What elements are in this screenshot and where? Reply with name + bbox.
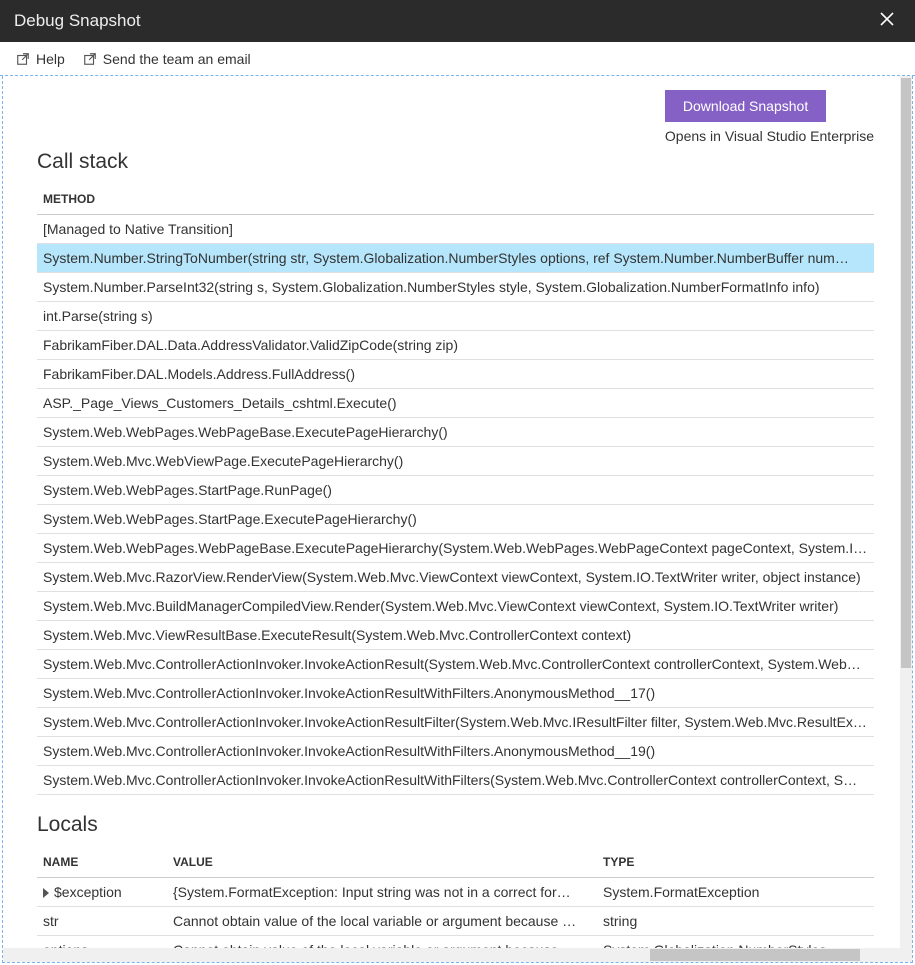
callstack-row[interactable]: System.Web.Mvc.ControllerActionInvoker.I… xyxy=(37,708,874,737)
callstack-method-cell: System.Web.Mvc.BuildManagerCompiledView.… xyxy=(37,592,874,621)
horizontal-scrollbar-thumb[interactable] xyxy=(650,949,860,961)
callstack-method-cell: System.Number.StringToNumber(string str,… xyxy=(37,244,874,273)
external-link-icon xyxy=(83,52,97,66)
callstack-row[interactable]: int.Parse(string s) xyxy=(37,302,874,331)
callstack-table: METHOD [Managed to Native Transition]Sys… xyxy=(37,184,874,795)
callstack-row[interactable]: System.Web.Mvc.WebViewPage.ExecutePageHi… xyxy=(37,447,874,476)
download-snapshot-button[interactable]: Download Snapshot xyxy=(665,90,826,122)
callstack-method-cell: System.Web.Mvc.ControllerActionInvoker.I… xyxy=(37,737,874,766)
callstack-title: Call stack xyxy=(37,150,874,174)
help-link[interactable]: Help xyxy=(16,51,65,67)
callstack-row[interactable]: System.Number.ParseInt32(string s, Syste… xyxy=(37,273,874,302)
window-header: Debug Snapshot xyxy=(0,0,915,42)
horizontal-scrollbar[interactable] xyxy=(3,948,900,962)
external-link-icon xyxy=(16,52,30,66)
callstack-method-cell: ASP._Page_Views_Customers_Details_cshtml… xyxy=(37,389,874,418)
locals-row[interactable]: strCannot obtain value of the local vari… xyxy=(37,907,874,936)
callstack-method-cell: int.Parse(string s) xyxy=(37,302,874,331)
callstack-row[interactable]: ASP._Page_Views_Customers_Details_cshtml… xyxy=(37,389,874,418)
expand-caret-icon[interactable] xyxy=(43,888,49,898)
callstack-row[interactable]: System.Web.Mvc.BuildManagerCompiledView.… xyxy=(37,592,874,621)
locals-name-cell: $exception xyxy=(37,878,167,907)
locals-name-header: NAME xyxy=(37,847,167,878)
locals-row[interactable]: $exception{System.FormatException: Input… xyxy=(37,878,874,907)
callstack-method-cell: System.Web.Mvc.ViewResultBase.ExecuteRes… xyxy=(37,621,874,650)
callstack-row[interactable]: System.Web.WebPages.StartPage.RunPage() xyxy=(37,476,874,505)
callstack-row[interactable]: System.Web.WebPages.WebPageBase.ExecuteP… xyxy=(37,418,874,447)
callstack-method-cell: FabrikamFiber.DAL.Data.AddressValidator.… xyxy=(37,331,874,360)
callstack-method-cell: FabrikamFiber.DAL.Models.Address.FullAdd… xyxy=(37,360,874,389)
locals-row[interactable]: optionsCannot obtain value of the local … xyxy=(37,936,874,949)
download-hint-label: Opens in Visual Studio Enterprise xyxy=(665,128,874,144)
callstack-row[interactable]: FabrikamFiber.DAL.Data.AddressValidator.… xyxy=(37,331,874,360)
locals-title: Locals xyxy=(37,813,874,837)
callstack-method-header: METHOD xyxy=(37,184,874,215)
email-link[interactable]: Send the team an email xyxy=(83,51,251,67)
callstack-row[interactable]: System.Web.Mvc.ControllerActionInvoker.I… xyxy=(37,679,874,708)
vertical-scrollbar[interactable] xyxy=(900,76,912,948)
callstack-method-cell: System.Web.WebPages.StartPage.ExecutePag… xyxy=(37,505,874,534)
email-label: Send the team an email xyxy=(103,51,251,67)
scroll-corner xyxy=(900,948,912,962)
locals-value-header: VALUE xyxy=(167,847,597,878)
close-icon xyxy=(879,11,895,27)
locals-table: NAME VALUE TYPE $exception{System.Format… xyxy=(37,847,874,948)
callstack-method-cell: System.Number.ParseInt32(string s, Syste… xyxy=(37,273,874,302)
panel-body: Download Snapshot Opens in Visual Studio… xyxy=(2,76,913,963)
callstack-row[interactable]: System.Web.WebPages.WebPageBase.ExecuteP… xyxy=(37,534,874,563)
callstack-row[interactable]: System.Web.Mvc.ControllerActionInvoker.I… xyxy=(37,766,874,795)
callstack-method-cell: System.Web.Mvc.ControllerActionInvoker.I… xyxy=(37,708,874,737)
callstack-method-cell: System.Web.WebPages.StartPage.RunPage() xyxy=(37,476,874,505)
locals-value-cell: Cannot obtain value of the local variabl… xyxy=(167,936,597,949)
callstack-row[interactable]: System.Number.StringToNumber(string str,… xyxy=(37,244,874,273)
callstack-row[interactable]: System.Web.Mvc.ControllerActionInvoker.I… xyxy=(37,650,874,679)
locals-name-cell: options xyxy=(37,936,167,949)
vertical-scrollbar-thumb[interactable] xyxy=(901,78,911,668)
scroll-area: Download Snapshot Opens in Visual Studio… xyxy=(3,76,900,948)
callstack-row[interactable]: FabrikamFiber.DAL.Models.Address.FullAdd… xyxy=(37,360,874,389)
locals-type-header: TYPE xyxy=(597,847,874,878)
callstack-method-cell: System.Web.Mvc.ControllerActionInvoker.I… xyxy=(37,650,874,679)
callstack-method-cell: System.Web.WebPages.WebPageBase.ExecuteP… xyxy=(37,418,874,447)
callstack-row[interactable]: [Managed to Native Transition] xyxy=(37,215,874,244)
callstack-row[interactable]: System.Web.Mvc.ViewResultBase.ExecuteRes… xyxy=(37,621,874,650)
locals-value-cell: Cannot obtain value of the local variabl… xyxy=(167,907,597,936)
download-block: Download Snapshot Opens in Visual Studio… xyxy=(665,90,874,144)
locals-name-cell: str xyxy=(37,907,167,936)
callstack-method-cell: System.Web.WebPages.WebPageBase.ExecuteP… xyxy=(37,534,874,563)
locals-type-cell: System.FormatException xyxy=(597,878,874,907)
close-button[interactable] xyxy=(873,7,901,35)
callstack-row[interactable]: System.Web.Mvc.ControllerActionInvoker.I… xyxy=(37,737,874,766)
callstack-method-cell: System.Web.Mvc.WebViewPage.ExecutePageHi… xyxy=(37,447,874,476)
locals-type-cell: string xyxy=(597,907,874,936)
callstack-method-cell: System.Web.Mvc.ControllerActionInvoker.I… xyxy=(37,766,874,795)
toolbar: Help Send the team an email xyxy=(0,42,915,76)
locals-value-cell: {System.FormatException: Input string wa… xyxy=(167,878,597,907)
callstack-method-cell: [Managed to Native Transition] xyxy=(37,215,874,244)
help-label: Help xyxy=(36,51,65,67)
callstack-method-cell: System.Web.Mvc.ControllerActionInvoker.I… xyxy=(37,679,874,708)
callstack-row[interactable]: System.Web.WebPages.StartPage.ExecutePag… xyxy=(37,505,874,534)
callstack-method-cell: System.Web.Mvc.RazorView.RenderView(Syst… xyxy=(37,563,874,592)
callstack-row[interactable]: System.Web.Mvc.RazorView.RenderView(Syst… xyxy=(37,563,874,592)
window-title: Debug Snapshot xyxy=(14,11,141,31)
locals-type-cell: System.Globalization.NumberStyles xyxy=(597,936,874,949)
